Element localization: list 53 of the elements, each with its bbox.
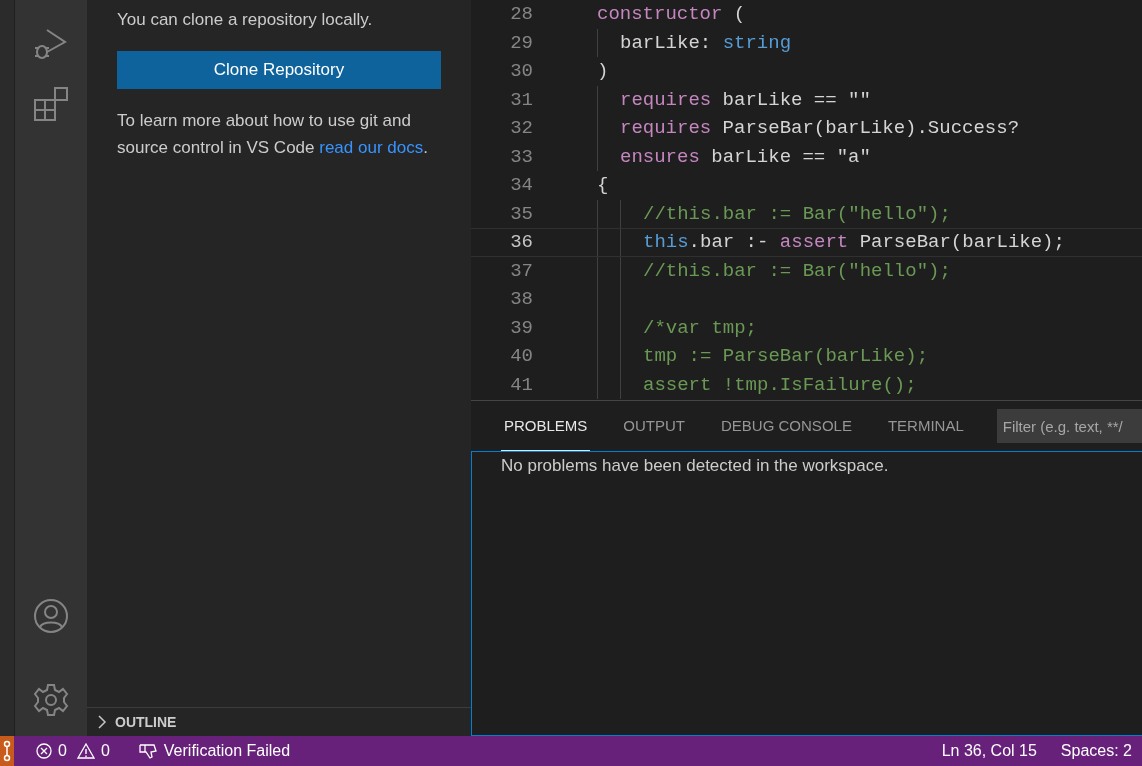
panel-tab[interactable]: DEBUG CONSOLE xyxy=(718,401,855,451)
code-line: requires barLike == "" xyxy=(620,88,871,111)
panel-tab[interactable]: OUTPUT xyxy=(620,401,689,451)
line-number: 32 xyxy=(509,117,533,140)
intro-text: You can clone a repository locally. xyxy=(117,9,374,31)
cursor-position[interactable]: Ln 36, Col 15 xyxy=(929,742,1049,760)
code-line: this.bar :- assert ParseBar(barLike); xyxy=(643,231,1065,254)
account-icon[interactable] xyxy=(33,598,69,634)
line-number: 28 xyxy=(509,3,533,26)
line-number: 30 xyxy=(509,60,533,83)
line-number: 38 xyxy=(509,288,533,311)
thumbs-down-icon xyxy=(137,743,158,759)
chevron-icon xyxy=(97,715,107,729)
panel-tab[interactable]: TERMINAL xyxy=(884,401,967,451)
indentation-status[interactable]: Spaces: 2 xyxy=(1048,742,1142,760)
code-line: constructor ( xyxy=(597,3,746,26)
code-line: requires ParseBar(barLike).Success? xyxy=(620,117,1020,140)
docs-link[interactable]: read our docs xyxy=(319,138,424,157)
line-number: 31 xyxy=(509,88,533,111)
code-line: /*var tmp; xyxy=(643,316,758,339)
error-count: 0 xyxy=(58,742,67,760)
line-number: 36 xyxy=(509,231,533,254)
line-number: 37 xyxy=(509,259,533,282)
line-number: 41 xyxy=(509,373,533,396)
clone-repository-button[interactable]: Clone Repository xyxy=(117,51,441,89)
code-line: { xyxy=(597,174,609,197)
run-debug-icon[interactable] xyxy=(33,26,69,62)
code-line: tmp := ParseBar(barLike); xyxy=(643,345,929,368)
code-line: ensures barLike == "a" xyxy=(620,145,871,168)
remote-indicator[interactable] xyxy=(0,736,14,766)
error-icon xyxy=(36,743,52,759)
settings-icon[interactable] xyxy=(33,682,69,718)
code-line: barLike: string xyxy=(620,31,792,54)
code-line: ) xyxy=(597,60,609,83)
line-number: 33 xyxy=(509,145,533,168)
problems-message: No problems have been detected in the workspace. xyxy=(501,456,890,476)
code-line: //this.bar := Bar("hello"); xyxy=(643,202,951,225)
line-number: 34 xyxy=(509,174,533,197)
warning-icon xyxy=(76,743,95,759)
code-line: //this.bar := Bar("hello"); xyxy=(643,259,951,282)
line-number: 29 xyxy=(509,31,533,54)
filter-field[interactable]: Filter (e.g. text, **/ xyxy=(996,409,1142,443)
warning-count: 0 xyxy=(100,742,110,760)
verification-status[interactable]: Verification Failed xyxy=(125,742,303,760)
line-number: 40 xyxy=(509,345,533,368)
panel-tab[interactable]: PROBLEMS xyxy=(501,401,591,451)
problems-status[interactable]: 0 0 xyxy=(14,742,126,760)
line-number: 39 xyxy=(509,316,533,339)
remote-icon xyxy=(3,740,11,762)
line-number: 35 xyxy=(509,202,533,225)
extensions-icon[interactable] xyxy=(33,86,69,122)
code-line: assert !tmp.IsFailure(); xyxy=(643,373,917,396)
help-text: To learn more about how to use git and source control in VS Code read our docs. xyxy=(117,110,429,159)
